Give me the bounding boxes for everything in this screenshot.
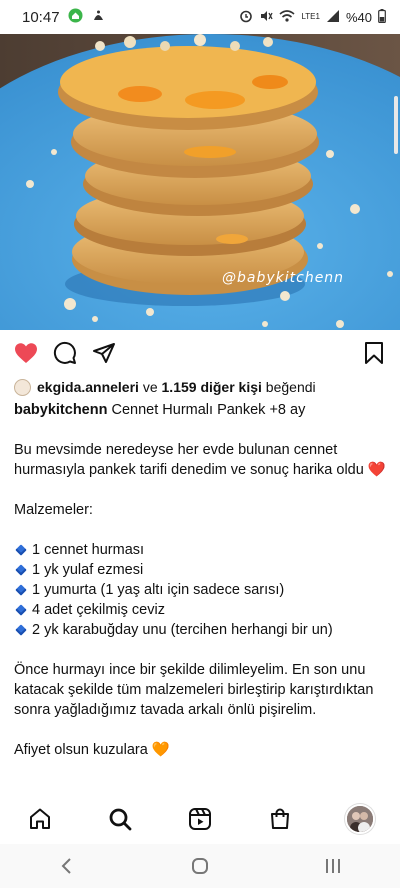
likes-summary[interactable]: ekgida.anneleri ve 1.159 diğer kişi beğe…: [14, 376, 386, 398]
system-home-button[interactable]: [180, 846, 220, 886]
nav-reels[interactable]: [180, 799, 220, 839]
caption-title: Cennet Hurmalı Pankek +8 ay: [107, 402, 306, 418]
liker-username[interactable]: ekgida.anneleri: [37, 379, 139, 395]
blue-diamond-icon: [15, 584, 27, 596]
nav-profile[interactable]: [340, 799, 380, 839]
system-recents-button[interactable]: [313, 846, 353, 886]
ingredient-text: 1 cennet hurması: [32, 542, 145, 558]
home-circle-icon: [191, 858, 208, 874]
clock: 10:47: [22, 8, 60, 26]
app-notification-icon: [68, 8, 83, 27]
profile-avatar: [345, 804, 375, 834]
ingredient-item: 2 yk karabuğday unu (tercihen herhangi b…: [14, 620, 388, 640]
caption-username[interactable]: babykitchenn: [14, 402, 107, 418]
ingredient-text: 2 yk karabuğday unu (tercihen herhangi b…: [32, 622, 333, 638]
ingredient-item: 1 yumurta (1 yaş altı için sadece sarısı…: [14, 580, 388, 600]
battery-icon: [378, 8, 386, 26]
caption-intro: Bu mevsimde neredeyse her evde bulunan c…: [14, 442, 364, 478]
ingredient-list: 1 cennet hurması 1 yk yulaf ezmesi 1 yumur…: [14, 540, 388, 640]
home-icon: [30, 808, 50, 829]
bookmark-icon: [365, 342, 383, 364]
likes-connector: ve: [138, 379, 162, 395]
wifi-icon: [279, 9, 295, 26]
status-bar: 10:47 LTE1 %40: [0, 0, 400, 34]
ingredient-item: 4 adet çekilmiş ceviz: [14, 600, 388, 620]
ingredient-item: 1 yk yulaf ezmesi: [14, 560, 388, 580]
blue-diamond-icon: [15, 604, 27, 616]
nav-shop[interactable]: [260, 799, 300, 839]
ingredients-heading: Malzemeler:: [14, 502, 93, 518]
back-icon: [61, 858, 71, 874]
heart-emoji: ❤️: [367, 462, 386, 478]
caption-instructions: Önce hurmayı ince bir şekilde dilimleyel…: [14, 662, 374, 718]
alarm-icon: [239, 9, 253, 26]
nav-home[interactable]: [20, 799, 60, 839]
nav-search[interactable]: [100, 799, 140, 839]
comment-icon: [53, 341, 76, 364]
ingredient-text: 1 yumurta (1 yaş altı için sadece sarısı…: [32, 582, 285, 598]
signal-icon: [326, 9, 340, 26]
bottom-navigation: [0, 798, 400, 840]
share-button[interactable]: [92, 341, 116, 365]
caption-closing: Afiyet olsun kuzulara: [14, 742, 148, 758]
mute-icon: [259, 9, 274, 26]
ingredient-text: 4 adet çekilmiş ceviz: [32, 602, 165, 618]
post-photo[interactable]: @babykitchenn: [0, 34, 400, 330]
blue-diamond-icon: [15, 544, 27, 556]
heart-icon: [15, 343, 37, 363]
battery-percent: %40: [345, 9, 372, 25]
search-icon: [109, 808, 132, 831]
recent-apps-icon: [326, 859, 341, 873]
likes-count[interactable]: 1.159 diğer kişi: [162, 379, 262, 395]
system-back-button[interactable]: [47, 846, 87, 886]
comment-button[interactable]: [53, 341, 77, 365]
photo-watermark: @babykitchenn: [222, 270, 344, 286]
ingredient-item: 1 cennet hurması: [14, 540, 388, 560]
liker-avatar[interactable]: [14, 378, 31, 396]
blue-diamond-icon: [15, 624, 27, 636]
orange-heart-emoji: 🧡: [151, 742, 170, 758]
reels-icon: [189, 808, 211, 830]
share-icon: [93, 343, 115, 363]
system-navigation-bar: [0, 844, 400, 888]
notification-icon: [91, 8, 106, 27]
shop-icon: [271, 808, 289, 829]
post-caption: babykitchenn Cennet Hurmalı Pankek +8 ay…: [14, 400, 388, 760]
lte-label: LTE1: [301, 12, 320, 21]
likes-suffix: beğendi: [261, 379, 316, 395]
save-button[interactable]: [362, 341, 386, 365]
like-button[interactable]: [14, 341, 38, 365]
post-action-bar: [0, 334, 400, 372]
scrollbar-thumb[interactable]: [394, 96, 398, 154]
ingredient-text: 1 yk yulaf ezmesi: [32, 562, 144, 578]
blue-diamond-icon: [15, 564, 27, 576]
